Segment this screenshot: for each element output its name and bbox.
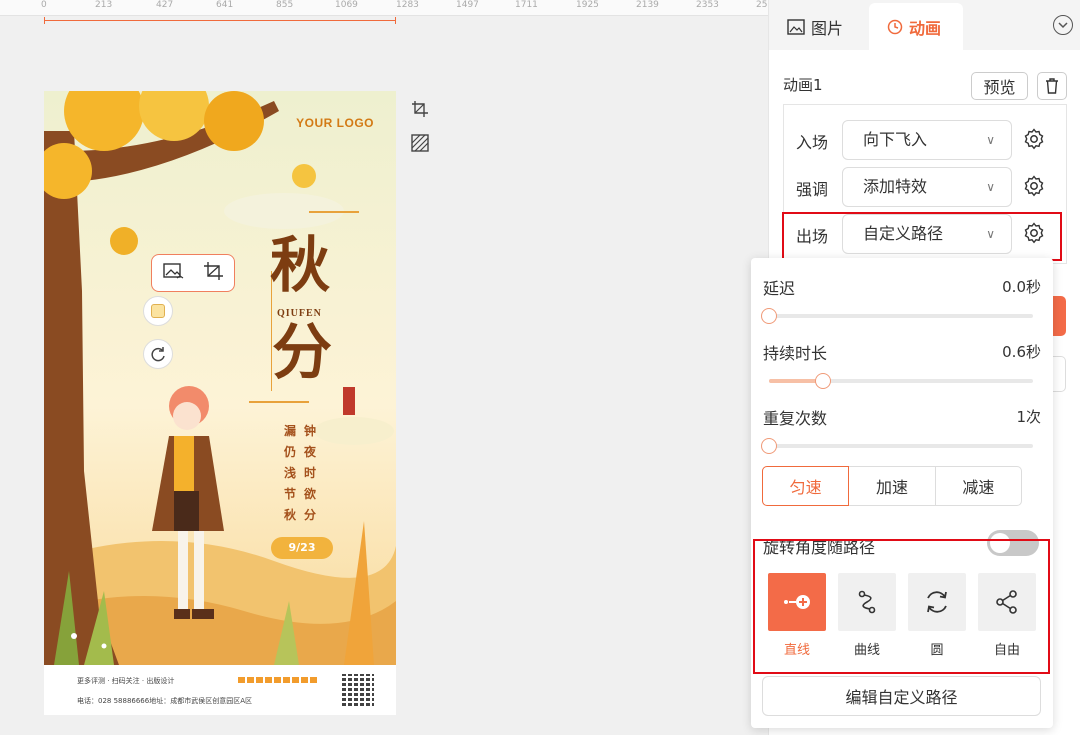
panel-button-behind [1053, 296, 1066, 336]
entrance-row: 入场 向下飞入 ∨ [784, 117, 1068, 163]
chevron-down-icon: ∨ [986, 133, 995, 147]
delay-value: 0.0秒 [1002, 278, 1041, 296]
ruler-tick: 855 [276, 0, 294, 10]
delay-slider[interactable] [761, 308, 1033, 324]
ruler-tick: 1711 [515, 0, 538, 10]
top-ruler: 0 213 427 641 855 1069 1283 1497 1711 19… [0, 0, 768, 16]
ruler-selection-marker [44, 17, 396, 24]
ruler-tick: 1497 [456, 0, 479, 10]
emphasis-label: 强调 [796, 180, 829, 199]
poster-footer: 更多评测 · 扫码关注 · 出版设计 电话：028 58886666地址：成都市… [44, 665, 396, 715]
replace-image-icon[interactable] [162, 261, 184, 285]
ruler-tick: 427 [156, 0, 174, 10]
ruler-tick: 25 [756, 0, 768, 10]
exit-row-highlight [782, 212, 1062, 261]
emphasis-row: 强调 添加特效 ∨ [784, 164, 1068, 210]
poster-illustration [44, 91, 396, 665]
ruler-tick: 0 [41, 0, 47, 10]
emphasis-select[interactable]: 添加特效 ∨ [842, 167, 1012, 207]
panel-button-behind [1053, 356, 1066, 392]
ruler-tick: 2139 [636, 0, 659, 10]
ruler-tick: 1283 [396, 0, 419, 10]
element-drag-handle[interactable] [143, 296, 173, 326]
delay-label: 延迟 [763, 279, 796, 298]
element-floating-toolbar [151, 254, 235, 292]
edit-custom-path-button[interactable]: 编辑自定义路径 [762, 676, 1041, 716]
poster-logo: YOUR LOGO [296, 116, 374, 130]
slider-knob[interactable] [815, 373, 831, 389]
ruler-tick: 641 [216, 0, 234, 10]
crop-tool-icon[interactable] [410, 99, 430, 119]
poster-footer-line: 电话：028 58886666地址：成都市武侯区创意园区A区 [77, 697, 253, 705]
speed-uniform-button[interactable]: 匀速 [762, 466, 850, 506]
repeat-value: 1次 [1016, 408, 1041, 426]
poster-poem-column: 漏仍浅节秋 [284, 424, 297, 522]
ruler-tick: 2353 [696, 0, 719, 10]
texture-tool-icon[interactable] [410, 133, 430, 153]
duration-label: 持续时长 [763, 344, 828, 363]
poster-footer-bar [238, 677, 318, 683]
tab-animation[interactable]: 动画 [869, 3, 963, 50]
path-options-highlight [753, 539, 1050, 674]
collapse-button[interactable] [1053, 15, 1073, 35]
trash-icon [1046, 78, 1058, 94]
repeat-slider[interactable] [761, 438, 1033, 454]
panel-tabbar: 图片 动画 [769, 0, 1080, 50]
ruler-tick: 1925 [576, 0, 599, 10]
entrance-label: 入场 [796, 133, 829, 152]
speed-segmented-control: 匀速 加速 减速 [762, 466, 1022, 506]
ruler-tick: 1069 [335, 0, 358, 10]
rotate-handle[interactable] [143, 339, 173, 369]
ruler-tick: 213 [95, 0, 113, 10]
repeat-label: 重复次数 [763, 409, 828, 428]
poster-title-char-1: 秋 [270, 231, 330, 301]
poster-poem-column: 钟夜时欲分 [304, 424, 317, 522]
rotate-icon [151, 347, 165, 362]
poster-canvas[interactable]: YOUR LOGO 秋 QIUFEN 分 钟夜时欲分 漏仍浅节秋 9/23 更多… [44, 91, 396, 715]
preview-button[interactable]: 预览 [971, 72, 1028, 100]
clock-icon [887, 19, 903, 34]
delete-button[interactable] [1037, 72, 1067, 100]
crop-icon[interactable] [203, 261, 225, 285]
poster-date-badge: 9/23 [271, 537, 333, 559]
entrance-select[interactable]: 向下飞入 ∨ [842, 120, 1012, 160]
chevron-down-icon [1058, 21, 1068, 28]
speed-accelerate-button[interactable]: 加速 [848, 466, 936, 506]
slider-knob[interactable] [761, 438, 777, 454]
qr-code [342, 674, 374, 706]
duration-value: 0.6秒 [1002, 343, 1041, 361]
gear-icon[interactable] [1022, 127, 1046, 151]
duration-slider[interactable] [769, 373, 1033, 389]
chevron-down-icon: ∨ [986, 180, 995, 194]
tab-image[interactable]: 图片 [787, 3, 843, 50]
gear-icon[interactable] [1022, 174, 1046, 198]
image-icon [787, 18, 805, 35]
poster-footer-line: 更多评测 · 扫码关注 · 出版设计 [77, 677, 175, 685]
poster-title-char-2: 分 [272, 318, 332, 388]
animation-name: 动画1 [783, 76, 823, 94]
slider-knob[interactable] [761, 308, 777, 324]
speed-decelerate-button[interactable]: 减速 [934, 466, 1022, 506]
